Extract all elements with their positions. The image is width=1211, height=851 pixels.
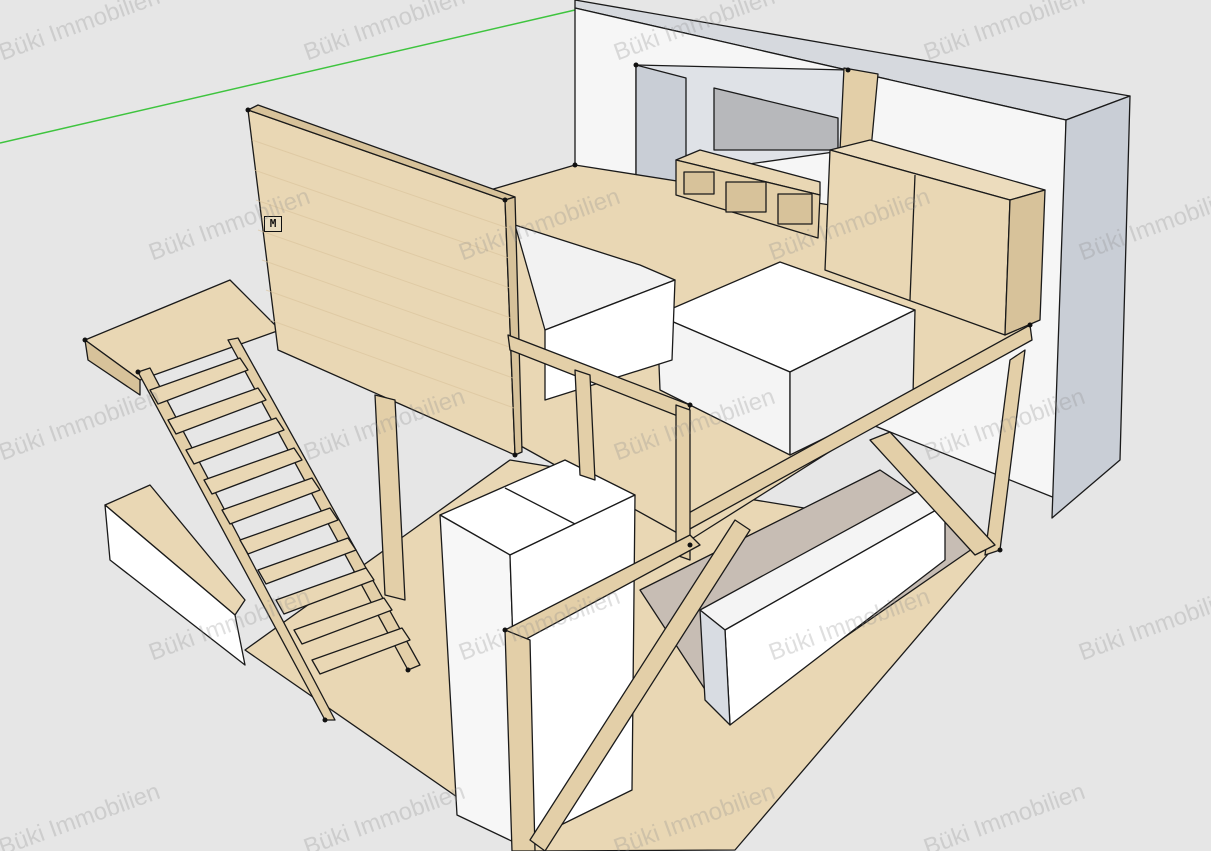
shelf-cubby-3 (777, 193, 813, 225)
wardrobe-side (1004, 189, 1046, 336)
wall-outlet-icon: M (264, 216, 282, 232)
shelf-cubby-2 (725, 181, 767, 213)
shelf-cubby-1 (683, 171, 715, 195)
loft-3d-model[interactable] (0, 0, 1211, 851)
sketchup-viewport[interactable]: M Büki Immobilien Büki Immobilien Büki I… (0, 0, 1211, 851)
